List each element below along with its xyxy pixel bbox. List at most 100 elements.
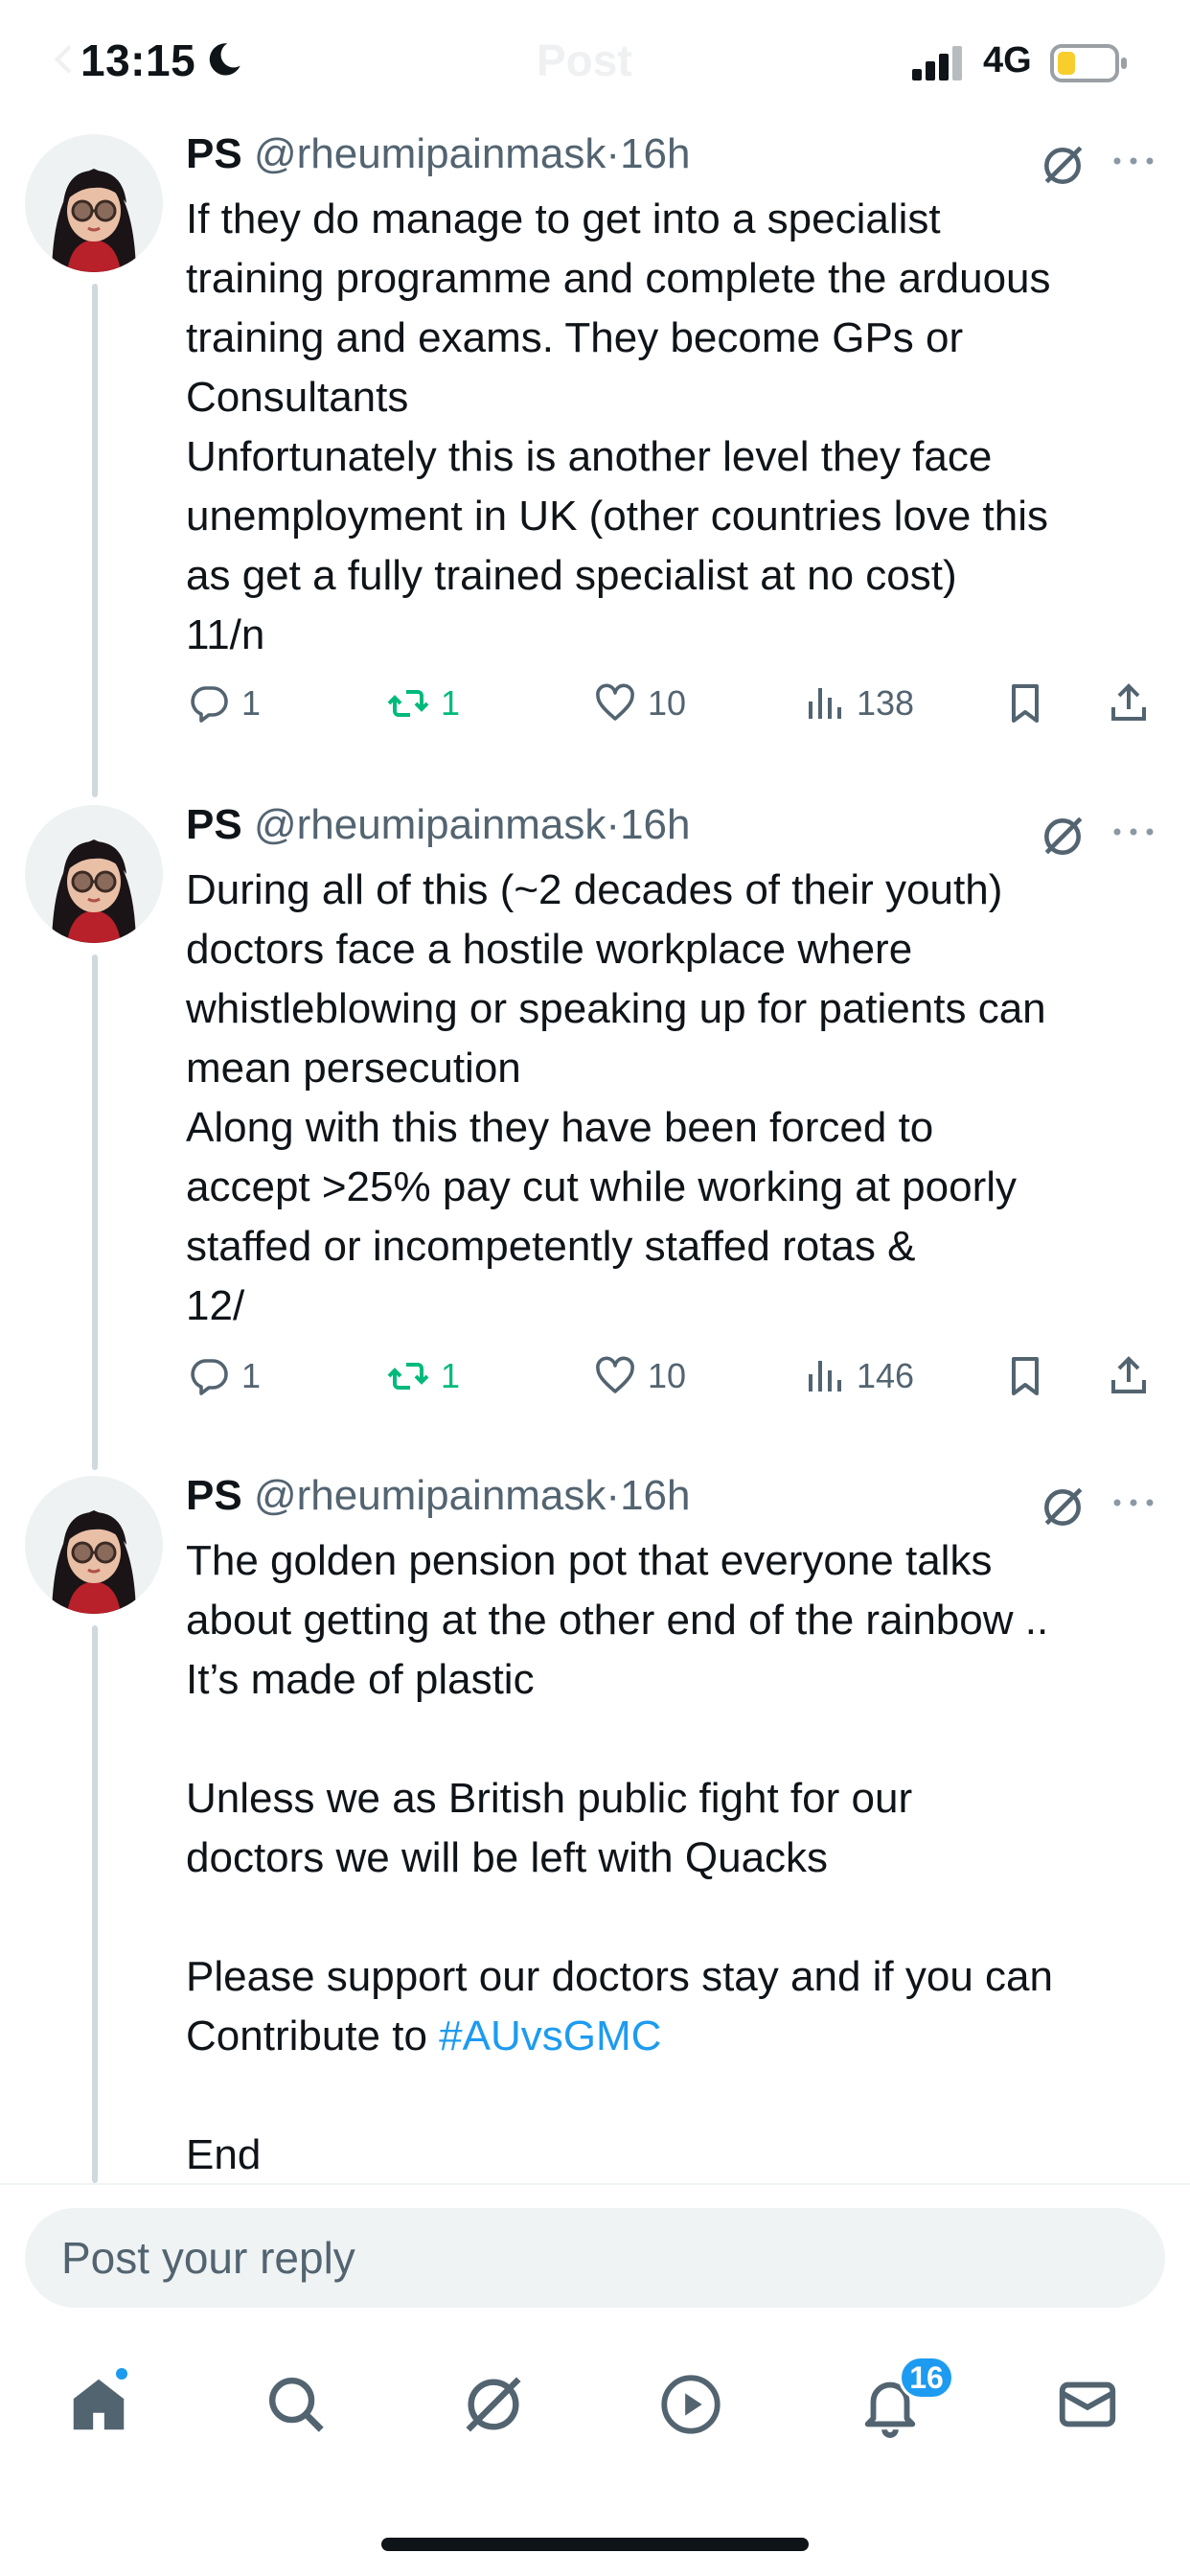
cell-signal-icon [912,46,962,80]
nav-grok[interactable] [450,2361,537,2448]
reply-input[interactable] [25,2208,1165,2308]
status-bar: Post 13:15 4G [0,0,1190,125]
avatar-image [25,134,163,272]
views-chart-icon [809,688,841,719]
reply-count: 1 [241,1356,262,1395]
views-count: 138 [857,683,915,723]
more-options-icon[interactable] [1111,153,1156,169]
text-line: unemployment in UK (other countries love… [186,493,1048,540]
tweet[interactable]: PS @rheumipainmask·16h The golden pensio… [0,1472,1190,2183]
separator-dot: · [606,1472,621,1519]
mail-icon [1059,2381,1116,2427]
share-button[interactable] [1106,675,1152,732]
text-line: Contribute to #AUvsGMC [186,2007,1163,2066]
text-line: doctors face a hostile workplace where [186,926,913,973]
share-button[interactable] [1106,1347,1152,1405]
views-button[interactable]: 146 [801,1347,914,1405]
more-options-icon[interactable] [1111,824,1156,840]
views-button[interactable]: 138 [801,675,914,732]
text-line: During all of this (~2 decades of their … [186,866,1003,913]
timestamp[interactable]: 16h [620,801,690,848]
post-thread-screen: Post 13:15 4G PS @rheumipainmask·16h If … [0,0,1190,2576]
tweet-actions: 1 1 10 138 [186,675,1163,732]
bookmark-button[interactable] [1002,675,1048,732]
text-line: doctors we will be left with Quacks [186,1834,829,1881]
more-options-icon[interactable] [1111,1495,1156,1510]
avatar-image [25,805,163,943]
text-line: accept >25% pay cut while working at poo… [186,1163,1018,1210]
author-name[interactable]: PS [186,130,242,177]
tweet-actions: 1 1 10 146 [186,1347,1163,1405]
repost-button[interactable]: 1 [385,675,460,732]
home-unread-dot [113,2365,130,2382]
text-line: The golden pension pot that everyone tal… [186,1537,993,1584]
reply-button[interactable]: 1 [186,675,261,732]
text-line: Along with this they have been forced to [186,1104,934,1151]
repost-button[interactable]: 1 [385,1347,460,1405]
text-line: whistleblowing or speaking up for patien… [186,985,1046,1032]
grok-icon[interactable] [1039,1484,1087,1531]
home-indicator[interactable] [381,2538,809,2551]
bookmark-icon [1012,684,1039,723]
avatar-image [25,1476,163,1614]
text-line: End [186,2131,262,2178]
bookmark-button[interactable] [1002,1347,1048,1405]
back-arrow-icon[interactable] [46,40,84,79]
moon-icon [209,43,240,76]
repost-count: 1 [441,683,461,723]
views-count: 146 [857,1356,915,1395]
share-icon [1111,1356,1146,1393]
network-type: 4G [983,40,1032,80]
heart-icon [596,1356,634,1393]
author-name[interactable]: PS [186,1472,242,1519]
text-line: about getting at the other end of the ra… [186,1597,1049,1644]
like-count: 10 [648,683,687,723]
tweet[interactable]: PS @rheumipainmask·16h During all of thi… [0,801,1190,1414]
hashtag-link[interactable]: #AUvsGMC [439,2012,661,2059]
tweet-text: During all of this (~2 decades of their … [186,861,1163,1336]
timestamp[interactable]: 16h [620,1472,690,1519]
timestamp[interactable]: 16h [620,130,690,177]
tweet-header: PS @rheumipainmask·16h [186,130,690,190]
grok-icon[interactable] [1039,142,1087,190]
avatar[interactable] [25,134,163,272]
separator-dot: · [606,801,621,848]
tweet-text: The golden pension pot that everyone tal… [186,1531,1163,2183]
nav-messages[interactable] [1044,2361,1131,2448]
grok-icon[interactable] [1039,813,1087,861]
author-handle[interactable]: @rheumipainmask [254,1472,606,1519]
text-line: If they do manage to get into a speciali… [186,196,941,242]
author-name[interactable]: PS [186,801,242,848]
avatar[interactable] [25,805,163,943]
text-line: as get a fully trained specialist at no … [186,552,957,599]
reply-icon [191,1359,228,1395]
like-button[interactable]: 10 [592,675,686,732]
battery-icon [1050,44,1127,82]
views-chart-icon [809,1361,841,1392]
like-button[interactable]: 10 [592,1347,686,1405]
text-line: mean persecution [186,1045,521,1092]
author-handle[interactable]: @rheumipainmask [254,801,606,848]
search-icon [269,2378,324,2432]
bookmark-icon [1012,1357,1039,1395]
tweet-header: PS @rheumipainmask·16h [186,1472,690,1531]
repost-count: 1 [441,1356,461,1395]
text-line: Unfortunately this is another level they… [186,433,993,480]
author-handle[interactable]: @rheumipainmask [254,130,606,177]
play-circle-icon [661,2375,721,2434]
text-line: training and exams. They become GPs or [186,314,964,361]
clock: 13:15 [80,35,196,85]
text-line: staffed or incompetently staffed rotas & [186,1223,916,1270]
text-line: Unless we as British public fight for ou… [186,1775,913,1822]
separator-dot: · [606,130,621,177]
tweet[interactable]: PS @rheumipainmask·16h If they do manage… [0,130,1190,744]
share-icon [1111,683,1146,721]
reply-button[interactable]: 1 [186,1347,261,1405]
nav-videos[interactable] [648,2361,734,2448]
bottom-navigation: 16 [0,2327,1190,2576]
avatar[interactable] [25,1476,163,1614]
nav-search[interactable] [253,2361,339,2448]
text-line: Please support our doctors stay and if y… [186,1953,1053,2000]
